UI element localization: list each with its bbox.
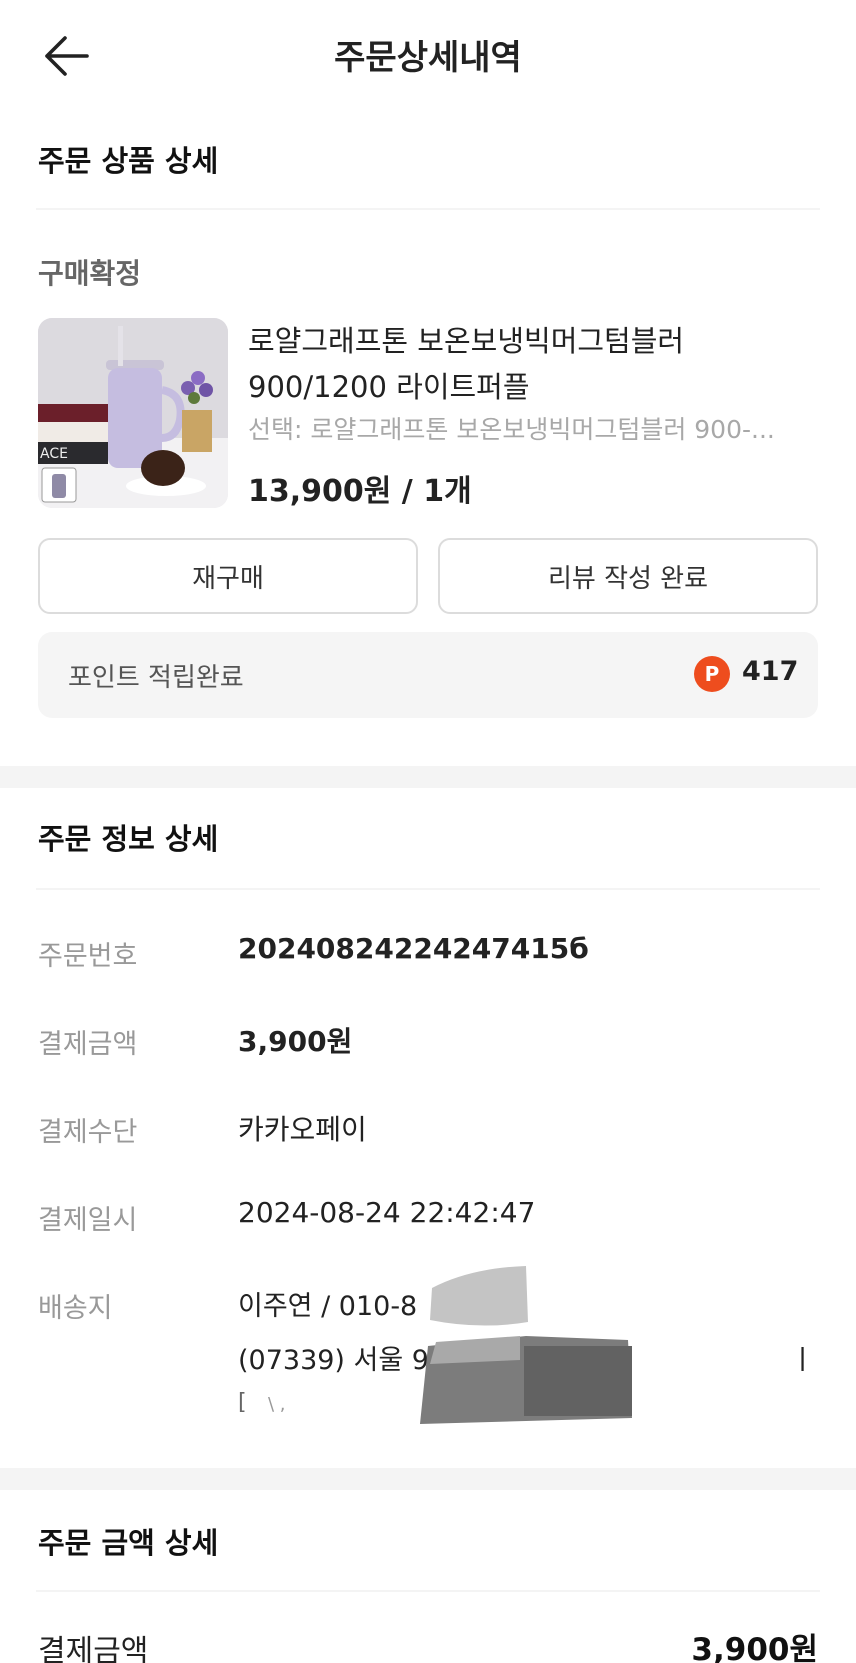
payment-method-value: 카카오페이 [238, 1113, 367, 1146]
order-number-label: 주문번호 [38, 941, 138, 972]
product-section-title: 주문 상품 상세 [38, 144, 219, 178]
shipping-address-detail: [ [238, 1390, 247, 1415]
points-label: 포인트 적립완료 [68, 663, 244, 693]
rebuy-button[interactable]: 재구매 [38, 538, 418, 614]
top-bar: 주문상세내역 [0, 0, 856, 110]
shipping-address-detail-tail: \ , [268, 1394, 286, 1415]
order-number-value: 20240824224247415б [238, 932, 589, 965]
review-button-label: 리뷰 작성 완료 [547, 563, 709, 594]
product-price-quantity: 13,900원 / 1개 [248, 474, 472, 509]
product-name[interactable]: 로얄그래프톤 보온보냉빅머그텀블러 900/1200 라이트퍼플 [248, 318, 818, 410]
payment-datetime-value: 2024-08-24 22:42:47 [238, 1196, 536, 1229]
divider [36, 208, 820, 210]
shipping-recipient: 이주연 / 010-8 [238, 1291, 418, 1322]
payment-amount-value: 3,900원 [238, 1025, 353, 1058]
order-info-section-title: 주문 정보 상세 [38, 822, 219, 856]
product-option: 선택: 로얄그래프톤 보온보냉빅머그텀블러 900-... [248, 415, 775, 444]
shipping-address-line: (07339) 서울 9 [238, 1345, 429, 1376]
amount-section-title: 주문 금액 상세 [38, 1526, 219, 1560]
payment-amount-label: 결제금액 [38, 1029, 138, 1060]
divider [36, 888, 820, 890]
total-amount-value: 3,900원 [691, 1632, 818, 1663]
points-earned-box: 포인트 적립완료 P 417 [38, 632, 818, 718]
review-complete-button[interactable]: 리뷰 작성 완료 [438, 538, 818, 614]
points-value: 417 [742, 656, 799, 687]
section-separator [0, 766, 856, 788]
divider [36, 1590, 820, 1592]
page-title: 주문상세내역 [334, 38, 522, 78]
order-status: 구매확정 [38, 257, 142, 290]
section-separator [0, 1468, 856, 1490]
shipping-address-label: 배송지 [38, 1293, 113, 1324]
shipping-address-tail: ㅣ [790, 1345, 815, 1376]
book-cover-text: ACE [40, 446, 68, 462]
rebuy-button-label: 재구매 [192, 563, 264, 594]
product-thumbnail[interactable]: ACE [38, 318, 228, 508]
total-amount-label: 결제금액 [38, 1634, 149, 1663]
payment-method-label: 결제수단 [38, 1117, 138, 1148]
payment-datetime-label: 결제일시 [38, 1205, 138, 1236]
point-icon: P [694, 656, 730, 692]
